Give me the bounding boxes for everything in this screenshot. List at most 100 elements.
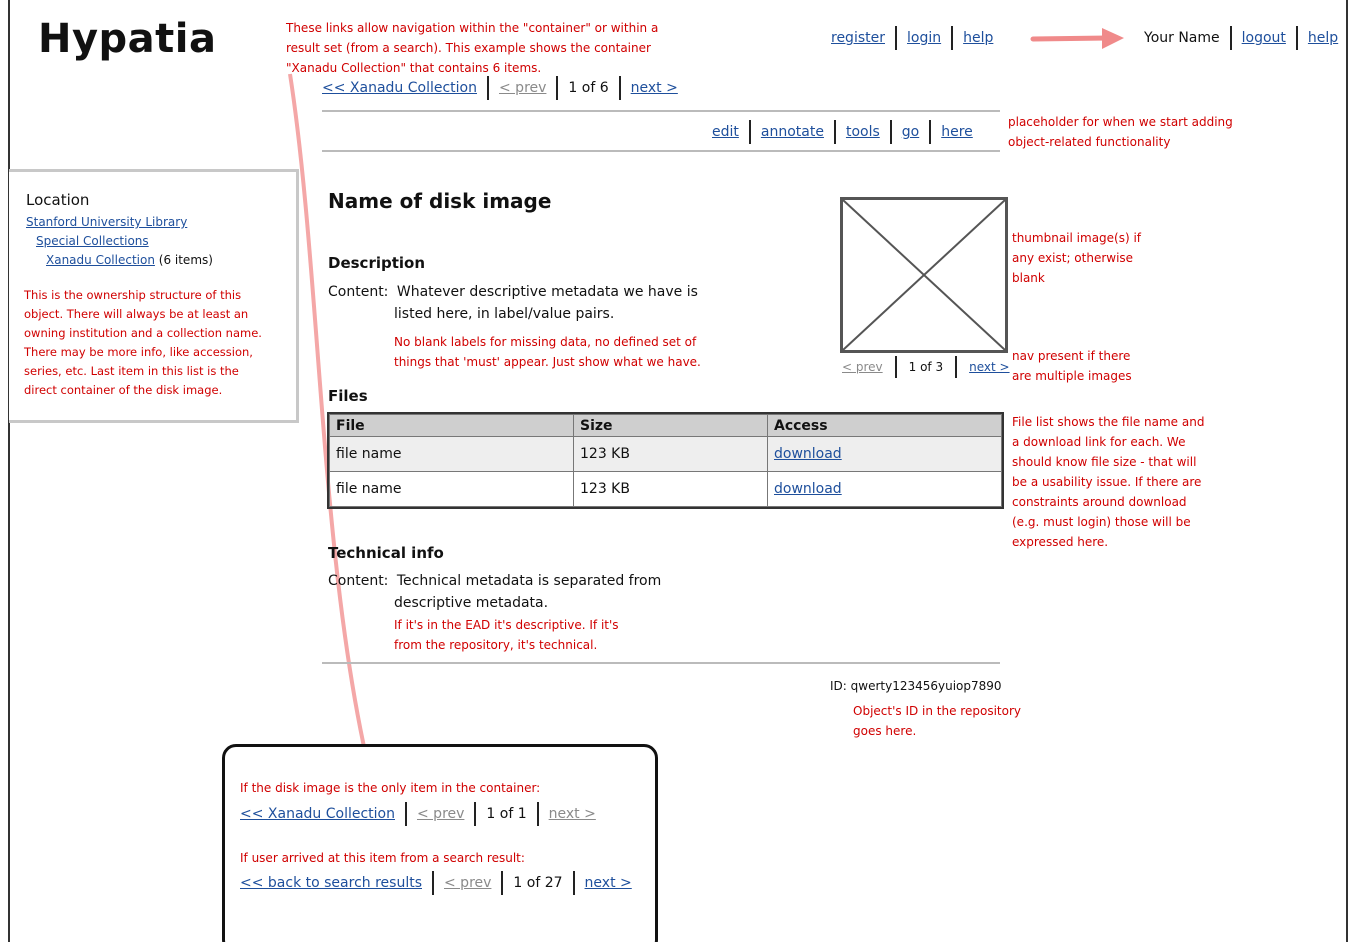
note-line: result set (from a search). This example… bbox=[286, 41, 651, 55]
note-line: object. There will always be at least an bbox=[24, 307, 249, 321]
separator bbox=[748, 120, 751, 144]
download-link[interactable]: download bbox=[774, 446, 842, 462]
separator bbox=[432, 871, 434, 895]
thumb-prev-link[interactable]: < prev bbox=[842, 360, 883, 374]
position-indicator: 1 of 27 bbox=[513, 875, 563, 891]
column-header: Access bbox=[767, 414, 1002, 437]
table-header-row: File Size Access bbox=[329, 414, 1002, 437]
download-cell: download bbox=[767, 471, 1002, 507]
help-link[interactable]: help bbox=[963, 30, 993, 46]
separator bbox=[894, 356, 897, 378]
callout-case-2: If user arrived at this item from a sear… bbox=[240, 851, 525, 865]
content-label: Content: bbox=[328, 573, 389, 589]
column-header: File bbox=[329, 414, 574, 437]
note-line: No blank labels for missing data, no def… bbox=[394, 335, 697, 349]
alternate-nav-callout bbox=[222, 744, 658, 942]
files-table: File Size Access file name 123 KB downlo… bbox=[329, 414, 1002, 507]
header-links: register login help bbox=[831, 26, 993, 50]
location-panel: Location Stanford University Library Spe… bbox=[26, 191, 288, 270]
separator bbox=[833, 120, 836, 144]
note-line: constraints around download bbox=[1012, 495, 1187, 509]
note-line: be a usability issue. If there are bbox=[1012, 475, 1202, 489]
note-line: (e.g. must login) those will be bbox=[1012, 515, 1191, 529]
next-link[interactable]: next > bbox=[631, 80, 678, 96]
location-item[interactable]: Special Collections bbox=[36, 234, 149, 248]
thumb-position: 1 of 3 bbox=[908, 360, 944, 374]
action-bar: edit annotate tools go here bbox=[712, 120, 973, 144]
location-item[interactable]: Xanadu Collection bbox=[46, 253, 155, 267]
note-line: should know file size - that will bbox=[1012, 455, 1197, 469]
location-item[interactable]: Stanford University Library bbox=[26, 215, 187, 229]
separator bbox=[405, 802, 407, 826]
files-note: File list shows the file name and a down… bbox=[1012, 412, 1252, 552]
note-line: blank bbox=[1012, 271, 1045, 285]
separator bbox=[572, 871, 575, 895]
divider bbox=[322, 150, 1000, 152]
note-line: thumbnail image(s) if bbox=[1012, 231, 1142, 245]
content-label: Content: bbox=[328, 284, 389, 300]
user-help-link[interactable]: help bbox=[1308, 30, 1338, 46]
separator bbox=[895, 26, 897, 50]
logout-link[interactable]: logout bbox=[1242, 30, 1286, 46]
file-size-cell: 123 KB bbox=[573, 471, 768, 507]
user-links: Your Name logout help bbox=[1144, 26, 1338, 50]
table-row: file name 123 KB download bbox=[329, 436, 1002, 472]
next-link[interactable]: next > bbox=[585, 875, 632, 891]
thumbnail-placeholder bbox=[840, 197, 1008, 353]
thumbnail-nav: < prev 1 of 3 next > bbox=[842, 356, 1010, 378]
arrow-right-icon bbox=[1030, 28, 1124, 49]
note-line: things that 'must' appear. Just show wha… bbox=[394, 355, 701, 369]
note-line: File list shows the file name and bbox=[1012, 415, 1205, 429]
prev-link[interactable]: < prev bbox=[444, 875, 491, 891]
note-line: a download link for each. We bbox=[1012, 435, 1186, 449]
separator bbox=[1295, 26, 1298, 50]
note-line: series, etc. Last item in this list is t… bbox=[24, 364, 239, 378]
back-to-collection-link[interactable]: << Xanadu Collection bbox=[240, 806, 395, 822]
separator bbox=[929, 120, 932, 144]
technical-note: If it's in the EAD it's descriptive. If … bbox=[394, 615, 714, 655]
edit-link[interactable]: edit bbox=[712, 124, 739, 140]
file-name-cell: file name bbox=[329, 436, 574, 472]
go-link[interactable]: go bbox=[902, 124, 919, 140]
separator bbox=[501, 871, 504, 895]
separator bbox=[474, 802, 477, 826]
login-link[interactable]: login bbox=[907, 30, 941, 46]
item-count: (6 items) bbox=[158, 253, 213, 267]
note-line: This is the ownership structure of this bbox=[24, 288, 242, 302]
prev-link[interactable]: < prev bbox=[417, 806, 464, 822]
thumb-next-link[interactable]: next > bbox=[969, 360, 1009, 374]
content-value: descriptive metadata. bbox=[394, 595, 549, 611]
divider bbox=[322, 662, 1000, 664]
note-line: expressed here. bbox=[1012, 535, 1109, 549]
file-size-cell: 123 KB bbox=[573, 436, 768, 472]
separator bbox=[487, 76, 489, 100]
download-cell: download bbox=[767, 436, 1002, 472]
note-line: placeholder for when we start adding bbox=[1008, 115, 1233, 129]
next-link[interactable]: next > bbox=[549, 806, 596, 822]
actions-note: placeholder for when we start adding obj… bbox=[1008, 112, 1308, 152]
note-line: These links allow navigation within the … bbox=[286, 21, 659, 35]
description-note: No blank labels for missing data, no def… bbox=[394, 332, 754, 372]
callout-case-1: If the disk image is the only item in th… bbox=[240, 781, 541, 795]
divider bbox=[322, 110, 1000, 112]
note-line: If it's in the EAD it's descriptive. If … bbox=[394, 618, 619, 632]
tools-link[interactable]: tools bbox=[846, 124, 880, 140]
description-content: Content: Whatever descriptive metadata w… bbox=[328, 281, 698, 325]
single-item-nav: << Xanadu Collection < prev 1 of 1 next … bbox=[240, 802, 596, 826]
note-line: are multiple images bbox=[1012, 369, 1132, 383]
separator bbox=[1229, 26, 1232, 50]
register-link[interactable]: register bbox=[831, 30, 885, 46]
download-link[interactable]: download bbox=[774, 481, 842, 497]
ownership-note: This is the ownership structure of this … bbox=[24, 286, 292, 400]
separator bbox=[556, 76, 559, 100]
here-link[interactable]: here bbox=[941, 124, 973, 140]
location-title: Location bbox=[26, 191, 90, 209]
page-title: Name of disk image bbox=[328, 189, 552, 213]
separator bbox=[951, 26, 954, 50]
user-name: Your Name bbox=[1144, 30, 1220, 46]
thumbnail-nav-note: nav present if there are multiple images bbox=[1012, 346, 1182, 386]
back-to-search-link[interactable]: << back to search results bbox=[240, 875, 422, 891]
column-header: Size bbox=[573, 414, 768, 437]
annotate-link[interactable]: annotate bbox=[761, 124, 824, 140]
prev-link[interactable]: < prev bbox=[499, 80, 546, 96]
